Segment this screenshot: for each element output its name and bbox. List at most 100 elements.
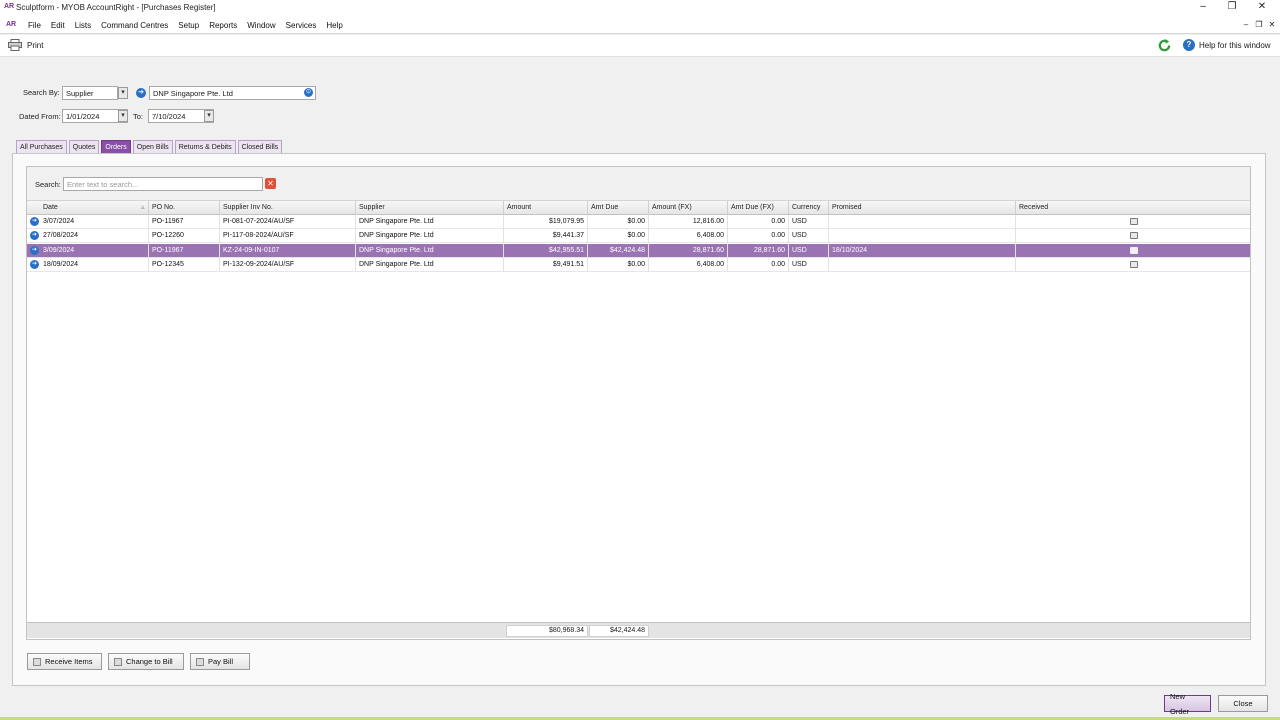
tab-returns-debits[interactable]: Returns & Debits <box>174 140 236 153</box>
cell-amt-due: $0.00 <box>588 229 649 243</box>
column-supplier[interactable]: Supplier <box>356 201 504 215</box>
supplier-field[interactable]: DNP Singapore Pte. Ltd <box>149 86 316 100</box>
cell-amount: $42,955.51 <box>504 244 588 258</box>
cell-promised <box>829 215 1016 229</box>
column-amount[interactable]: Amount <box>504 201 588 215</box>
received-icon[interactable] <box>1130 247 1138 254</box>
table-row[interactable]: ➔ 3/07/2024 PO-11967 PI-081-07-2024/AU/S… <box>27 215 1250 229</box>
table-header: Date ▵ PO No. Supplier Inv No. Supplier … <box>27 201 1250 215</box>
new-order-button[interactable]: New Order <box>1164 692 1211 716</box>
mdi-close-button[interactable]: ✕ <box>1266 20 1278 29</box>
tab-orders[interactable]: Orders <box>101 140 131 153</box>
cell-amt-due: $42,424.48 <box>588 244 649 258</box>
menu-edit[interactable]: Edit <box>46 20 70 31</box>
cell-amt-due-fx: 0.00 <box>728 215 789 229</box>
column-amount-fx[interactable]: Amount (FX) <box>649 201 728 215</box>
column-supplier-inv-no[interactable]: Supplier Inv No. <box>220 201 356 215</box>
supplier-lookup-icon[interactable]: ⊙ <box>304 88 313 97</box>
search-by-select[interactable]: Supplier <box>62 86 118 100</box>
menu-lists[interactable]: Lists <box>70 20 96 31</box>
cell-amount-fx: 28,871.60 <box>649 244 728 258</box>
totals-row: $80,968.34 $42,424.48 <box>27 622 1250 638</box>
search-input[interactable]: Enter text to search... <box>63 177 263 191</box>
menu-window[interactable]: Window <box>242 20 280 31</box>
receive-items-button[interactable]: Receive Items <box>27 653 102 670</box>
mdi-restore-button[interactable]: ❐ <box>1253 20 1265 29</box>
minimize-button[interactable]: – <box>1196 1 1210 12</box>
close-window-button[interactable]: ✕ <box>1255 1 1269 12</box>
cell-promised <box>829 258 1016 272</box>
cell-amt-due: $0.00 <box>588 258 649 272</box>
open-order-arrow-icon[interactable]: ➔ <box>30 246 39 255</box>
cell-currency: USD <box>789 215 829 229</box>
title-bar: AR Sculptform - MYOB AccountRight - [Pur… <box>0 0 1280 17</box>
table-row[interactable]: ➔ 27/08/2024 PO-12260 PI-117-08-2024/AU/… <box>27 229 1250 243</box>
total-amt-due: $42,424.48 <box>589 625 649 637</box>
search-label: Search: <box>35 180 61 189</box>
open-order-arrow-icon[interactable]: ➔ <box>30 260 39 269</box>
cell-amount: $19,079.95 <box>504 215 588 229</box>
cell-date: 3/07/2024 <box>40 215 149 229</box>
help-button[interactable]: ? Help for this window <box>1183 39 1271 51</box>
tab-closed-bills[interactable]: Closed Bills <box>237 140 283 153</box>
search-bar: Search: Enter text to search... ✕ <box>27 167 1250 201</box>
supplier-link-icon[interactable]: ➔ <box>136 88 146 98</box>
column-promised[interactable]: Promised <box>829 201 1016 215</box>
help-label: Help for this window <box>1199 40 1271 50</box>
cell-amt-due-fx: 28,871.60 <box>728 244 789 258</box>
cell-date: 18/09/2024 <box>40 258 149 272</box>
close-button[interactable]: Close <box>1218 695 1268 712</box>
total-amount: $80,968.34 <box>506 625 588 637</box>
print-button[interactable]: Print <box>8 39 43 51</box>
cell-po-no: PO-11967 <box>149 244 220 258</box>
column-received[interactable]: Received <box>1016 201 1250 215</box>
menu-logo-icon: AR <box>6 21 17 28</box>
menu-items: File Edit Lists Command Centres Setup Re… <box>23 20 348 31</box>
open-order-arrow-icon[interactable]: ➔ <box>30 217 39 226</box>
menu-help[interactable]: Help <box>321 20 347 31</box>
menu-services[interactable]: Services <box>281 20 322 31</box>
cell-amount-fx: 12,816.00 <box>649 215 728 229</box>
menu-file[interactable]: File <box>23 20 46 31</box>
pay-bill-icon <box>196 657 204 666</box>
cell-amount: $9,491.51 <box>504 258 588 272</box>
received-icon[interactable] <box>1130 218 1138 225</box>
column-amt-due-fx[interactable]: Amt Due (FX) <box>728 201 789 215</box>
menu-reports[interactable]: Reports <box>204 20 242 31</box>
mdi-minimize-button[interactable]: – <box>1240 20 1252 29</box>
table-row[interactable]: ➔ 18/09/2024 PO-12345 PI-132-09-2024/AU/… <box>27 258 1250 272</box>
cell-po-no: PO-12345 <box>149 258 220 272</box>
column-amt-due[interactable]: Amt Due <box>588 201 649 215</box>
cell-currency: USD <box>789 229 829 243</box>
search-by-dropdown-icon[interactable]: ▾ <box>118 87 128 99</box>
change-to-bill-button[interactable]: Change to Bill <box>108 653 184 670</box>
tab-open-bills[interactable]: Open Bills <box>132 140 173 153</box>
sort-asc-icon: ▵ <box>141 204 145 211</box>
received-icon[interactable] <box>1130 261 1138 268</box>
refresh-icon[interactable] <box>1157 38 1172 53</box>
search-by-label: Search By: <box>23 88 60 97</box>
clear-search-icon[interactable]: ✕ <box>265 178 276 189</box>
cell-supplier: DNP Singapore Pte. Ltd <box>356 215 504 229</box>
column-date[interactable]: Date ▵ <box>40 201 149 215</box>
open-order-arrow-icon[interactable]: ➔ <box>30 231 39 240</box>
window-title: Sculptform - MYOB AccountRight - [Purcha… <box>16 3 216 12</box>
to-date-calendar-icon[interactable]: ▾ <box>204 110 214 122</box>
tab-quotes[interactable]: Quotes <box>68 140 100 153</box>
table-row-selected[interactable]: ➔ 3/09/2024 PO-11967 KZ-24-09-IN-0107 DN… <box>27 244 1250 258</box>
dated-from-label: Dated From: <box>19 112 61 121</box>
cell-date: 27/08/2024 <box>40 229 149 243</box>
column-po-no[interactable]: PO No. <box>149 201 220 215</box>
maximize-button[interactable]: ❐ <box>1225 1 1239 12</box>
received-icon[interactable] <box>1130 232 1138 239</box>
to-label: To: <box>133 112 144 121</box>
tab-all-purchases[interactable]: All Purchases <box>16 140 67 153</box>
pay-bill-button[interactable]: Pay Bill <box>190 653 250 670</box>
receive-items-icon <box>33 657 41 666</box>
column-currency[interactable]: Currency <box>789 201 829 215</box>
dated-from-calendar-icon[interactable]: ▾ <box>118 110 128 122</box>
menu-command-centres[interactable]: Command Centres <box>96 20 173 31</box>
menu-setup[interactable]: Setup <box>173 20 204 31</box>
cell-supplier-inv: PI-117-08-2024/AU/SF <box>220 229 356 243</box>
printer-icon <box>8 39 22 51</box>
